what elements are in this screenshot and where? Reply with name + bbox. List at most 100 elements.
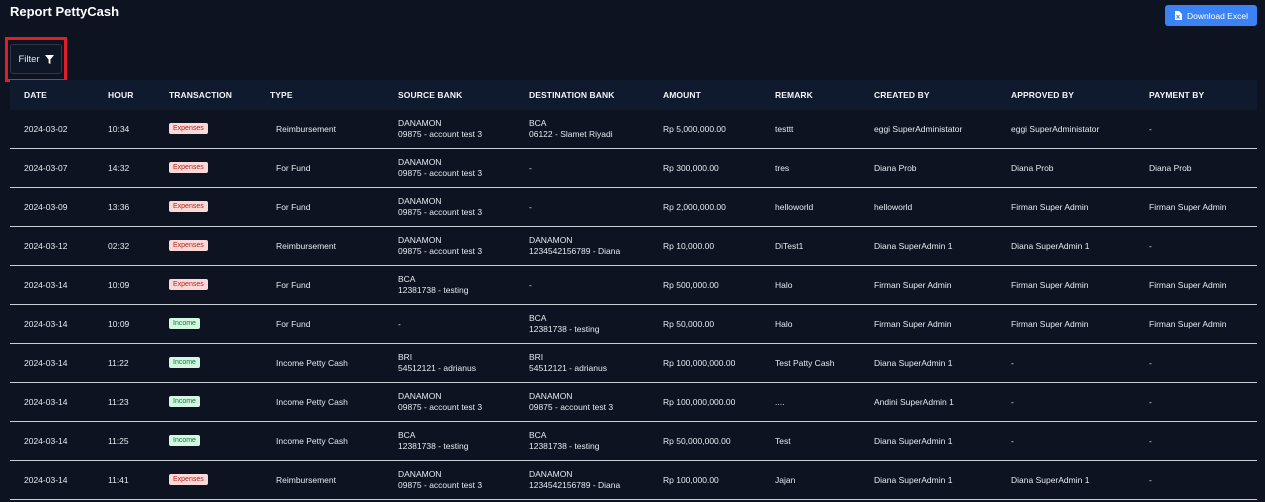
approved-by-cell: Firman Super Admin (1011, 280, 1089, 290)
source-bank-line: 09875 - account test 3 (398, 402, 483, 412)
destination-bank-cell: DANAMON 1234542156789 - Diana (529, 235, 620, 257)
source-bank-cell: DANAMON 09875 - account test 3 (398, 391, 482, 413)
source-bank-line: 09875 - account test 3 (398, 207, 483, 217)
type-cell: For Fund (276, 319, 311, 329)
source-bank-line: DANAMON (398, 391, 442, 401)
transaction-badge: Income (169, 396, 200, 407)
transaction-badge: Expenses (169, 279, 208, 290)
source-bank-cell: BRI 54512121 - adrianus (398, 352, 476, 374)
created-by-cell: helloworld (874, 202, 913, 212)
destination-bank-cell: BCA 12381738 - testing (529, 430, 599, 452)
approved-by-cell: - (1011, 358, 1014, 368)
table-row[interactable]: 2024-03-07 14:32 Expenses For Fund DANAMON 09… (10, 149, 1257, 188)
table-row[interactable]: 2024-03-09 13:36 Expenses For Fund DANAMON 09… (10, 188, 1257, 227)
approved-by-cell: Diana SuperAdmin 1 (1011, 241, 1090, 251)
date-cell: 2024-03-14 (24, 358, 68, 368)
column-header-date: DATE (24, 90, 47, 100)
column-header-type: TYPE (270, 90, 293, 100)
table-row[interactable]: 2024-03-14 11:41 Expenses Reimbursement DANA… (10, 461, 1257, 500)
transaction-badge: Income (169, 435, 200, 446)
transaction-badge: Income (169, 318, 200, 329)
transaction-badge: Expenses (169, 201, 208, 212)
transaction-badge: Expenses (169, 162, 208, 173)
hour-cell: 11:22 (108, 358, 129, 368)
type-cell: Income Petty Cash (276, 397, 348, 407)
column-header-created-by: CREATED BY (874, 90, 930, 100)
source-bank-line: - (398, 319, 401, 329)
created-by-cell: eggi SuperAdministator (874, 124, 963, 134)
payment-by-cell: Firman Super Admin (1149, 280, 1227, 290)
table-row[interactable]: 2024-03-14 10:09 Income For Fund - BCA 1238173… (10, 305, 1257, 344)
destination-bank-cell: - (529, 163, 532, 174)
download-excel-button[interactable]: Download Excel (1165, 5, 1257, 26)
destination-bank-cell: - (529, 202, 532, 213)
hour-cell: 11:23 (108, 397, 129, 407)
column-header-approved-by: APPROVED BY (1011, 90, 1074, 100)
created-by-cell: Diana SuperAdmin 1 (874, 436, 953, 446)
source-bank-cell: DANAMON 09875 - account test 3 (398, 118, 482, 140)
destination-bank-line: 09875 - account test 3 (529, 402, 614, 412)
date-cell: 2024-03-12 (24, 241, 68, 251)
source-bank-line: DANAMON (398, 157, 442, 167)
date-cell: 2024-03-14 (24, 280, 68, 290)
petty-cash-table: DATE HOUR TRANSACTION TYPE SOURCE BANK DESTIN… (10, 80, 1257, 502)
destination-bank-cell: BCA 12381738 - testing (529, 313, 599, 335)
payment-by-cell: Firman Super Admin (1149, 319, 1227, 329)
hour-cell: 11:25 (108, 436, 129, 446)
source-bank-line: 09875 - account test 3 (398, 480, 483, 490)
hour-cell: 10:09 (108, 319, 130, 329)
source-bank-cell: DANAMON 09875 - account test 3 (398, 235, 482, 257)
hour-cell: 11:41 (108, 475, 129, 485)
destination-bank-line: BCA (529, 118, 547, 128)
destination-bank-line: DANAMON (529, 469, 573, 479)
payment-by-cell: - (1149, 436, 1152, 446)
transaction-badge: Income (169, 357, 200, 368)
destination-bank-line: 1234542156789 - Diana (529, 246, 621, 256)
date-cell: 2024-03-14 (24, 397, 68, 407)
remark-cell: Test Patty Cash (775, 358, 835, 368)
source-bank-line: DANAMON (398, 469, 442, 479)
payment-by-cell: Firman Super Admin (1149, 202, 1227, 212)
type-cell: Reimbursement (276, 124, 336, 134)
remark-cell: Jajan (775, 475, 796, 485)
type-cell: For Fund (276, 280, 311, 290)
remark-cell: .... (775, 397, 785, 407)
type-cell: Income Petty Cash (276, 436, 348, 446)
destination-bank-line: BRI (529, 352, 544, 362)
source-bank-line: BCA (398, 430, 416, 440)
source-bank-line: DANAMON (398, 235, 442, 245)
amount-cell: Rp 2,000,000.00 (663, 202, 726, 212)
approved-by-cell: eggi SuperAdministator (1011, 124, 1100, 134)
destination-bank-cell: DANAMON 09875 - account test 3 (529, 391, 613, 413)
filter-icon (44, 54, 54, 64)
source-bank-line: 54512121 - adrianus (398, 363, 476, 373)
date-cell: 2024-03-14 (24, 436, 68, 446)
approved-by-cell: Firman Super Admin (1011, 319, 1089, 329)
table-row[interactable]: 2024-03-12 02:32 Expenses Reimbursement DANA… (10, 227, 1257, 266)
hour-cell: 10:09 (108, 280, 130, 290)
hour-cell: 14:32 (108, 163, 130, 173)
table-row[interactable]: 2024-03-14 11:25 Income Income Petty Cash BC… (10, 422, 1257, 461)
destination-bank-cell: BCA 06122 - Slamet Riyadi (529, 118, 613, 140)
transaction-badge: Expenses (169, 474, 208, 485)
source-bank-line: 12381738 - testing (398, 441, 469, 451)
date-cell: 2024-03-14 (24, 319, 68, 329)
transaction-badge: Expenses (169, 240, 208, 251)
table-row[interactable]: 2024-03-14 11:22 Income Income Petty Cash BR… (10, 344, 1257, 383)
destination-bank-line: DANAMON (529, 391, 573, 401)
source-bank-cell: DANAMON 09875 - account test 3 (398, 196, 482, 218)
destination-bank-line: DANAMON (529, 235, 573, 245)
table-row[interactable]: 2024-03-14 10:09 Expenses For Fund BCA 123817… (10, 266, 1257, 305)
filter-button[interactable]: Filter (10, 44, 62, 74)
date-cell: 2024-03-07 (24, 163, 68, 173)
amount-cell: Rp 50,000.00 (663, 319, 715, 329)
table-row[interactable]: 2024-03-14 11:23 Income Income Petty Cash DA… (10, 383, 1257, 422)
remark-cell: helloworld (775, 202, 814, 212)
destination-bank-line: - (529, 280, 532, 290)
table-row[interactable]: 2024-03-02 10:34 Expenses Reimbursement DANA… (10, 110, 1257, 149)
approved-by-cell: Firman Super Admin (1011, 202, 1089, 212)
amount-cell: Rp 50,000,000.00 (663, 436, 731, 446)
destination-bank-line: BCA (529, 313, 547, 323)
table-header: DATE HOUR TRANSACTION TYPE SOURCE BANK DESTIN… (10, 80, 1257, 110)
source-bank-cell: BCA 12381738 - testing (398, 430, 468, 452)
